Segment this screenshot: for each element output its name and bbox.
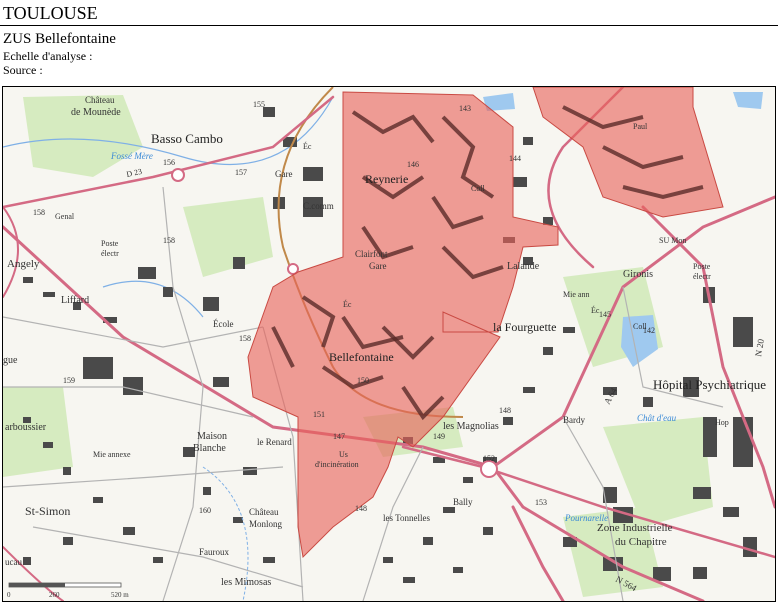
scale-label: Echelle d'analyse : [3,49,93,63]
label-les-tonnelles: les Tonnelles [383,513,430,523]
zus-zone-mirail-universite [532,87,724,218]
label-mie-ann: Mie ann [563,290,589,299]
label-lalande: Lalande [507,261,540,272]
elevation-label: 146 [407,160,419,169]
label-le-renard: le Renard [257,437,292,447]
scale-tick-0: 0 [7,591,11,599]
elevation-label: 142 [643,326,655,335]
label-lifard: Liffard [61,295,89,306]
elevation-label: 152 [483,454,495,463]
elevation-label: 155 [253,100,265,109]
label-chateau-monlong-2: Monlong [249,519,283,529]
road-label-su-mon: SU Mon [659,236,686,245]
scale-bar: 0 260 520 m [7,582,129,599]
label-hop: Hop [715,418,729,427]
road-label-n20: N 20 [753,338,766,358]
label-poste-electr2: Poste [693,262,711,271]
label-coll-1: Coll [471,184,486,193]
elevation-label: 147 [333,432,345,441]
label-les-mimosas: les Mimosas [221,577,271,588]
elevation-label: 158 [33,208,45,217]
elevation-label: 144 [509,154,521,163]
label-c-comm: C.comm [303,201,334,211]
map-frame[interactable]: Château de Mounède Basso Cambo Fossé Mèr… [2,86,776,602]
label-fosse-mere: Fossé Mère [110,151,153,161]
label-chateau-mounede: Château [85,95,115,105]
topographic-map[interactable]: Château de Mounède Basso Cambo Fossé Mèr… [3,87,775,601]
label-genial: Genal [55,212,75,221]
elevation-label: 157 [235,168,247,177]
elevation-label: 149 [433,432,445,441]
source-label: Source : [3,63,43,77]
label-lucau: ucau [5,557,22,567]
label-mie-annexe: Mie annexe [93,450,131,459]
label-ecole: École [213,319,234,329]
elevation-label: 158 [239,334,251,343]
road-label-d23: D 23 [126,167,143,179]
label-basso-cambo: Basso Cambo [151,131,223,146]
elevation-label: 153 [535,498,547,507]
label-les-magnolias: les Magnolias [443,421,499,432]
label-st-simon: St-Simon [25,504,70,518]
label-poste-electr-2: électr [101,249,119,258]
elevation-label: 156 [163,158,175,167]
label-zone-industrielle: Zone Industrielle [597,522,673,534]
label-poste-electr: Poste [101,239,119,248]
label-fauroux: Fauroux [199,547,229,557]
scale-tick-520: 520 m [111,591,129,599]
label-gare-2: Gare [369,261,387,271]
label-usine: Us [339,450,348,459]
elevation-label: 160 [199,506,211,515]
label-bellefontaine: Bellefontaine [329,350,394,364]
label-ec-2: Éc [343,299,352,309]
label-ec-1: Éc [303,141,312,151]
elevation-label: 148 [499,406,511,415]
label-angely: Angely [7,258,40,270]
label-arboussier: arboussier [5,422,47,433]
label-chat-deau: Chât d'eau [637,413,677,423]
label-maison-blanche-2: Blanche [193,443,226,454]
label-clairfont: Clairfont [355,249,388,259]
elevation-label: 143 [459,104,471,113]
elevation-label: 145 [599,310,611,319]
label-mirail-u: Paul [633,122,648,131]
label-maison-blanche: Maison [197,431,227,442]
label-reynerie: Reynerie [365,172,408,186]
city-title: TOULOUSE [3,3,98,23]
elevation-label: 159 [63,376,75,385]
elevation-label: 158 [163,236,175,245]
label-bally: Bally [453,497,473,507]
label-bardy: Bardy [563,415,585,425]
zone-title: ZUS Bellefontaine [3,31,116,47]
label-hopital: Hôpital Psychiatrique [653,377,766,392]
label-zone-industrielle-2: du Chapitre [615,536,667,548]
label-la-fourguette: la Fourguette [493,320,556,334]
label-gare: Gare [275,169,293,179]
label-poste-electr2-b: électr [693,272,711,281]
label-chateau-monlong: Château [249,507,279,517]
label-gue: gue [3,355,18,366]
label-usine-2: d'incinération [315,460,359,469]
label-chateau-mounede-2: de Mounède [71,107,121,118]
elevation-label: 148 [355,504,367,513]
elevation-label: 151 [313,410,325,419]
label-gironis: Gironis [623,269,653,280]
title-rule [0,25,778,26]
elevation-label: 150 [357,376,369,385]
scale-tick-260: 260 [49,591,60,599]
